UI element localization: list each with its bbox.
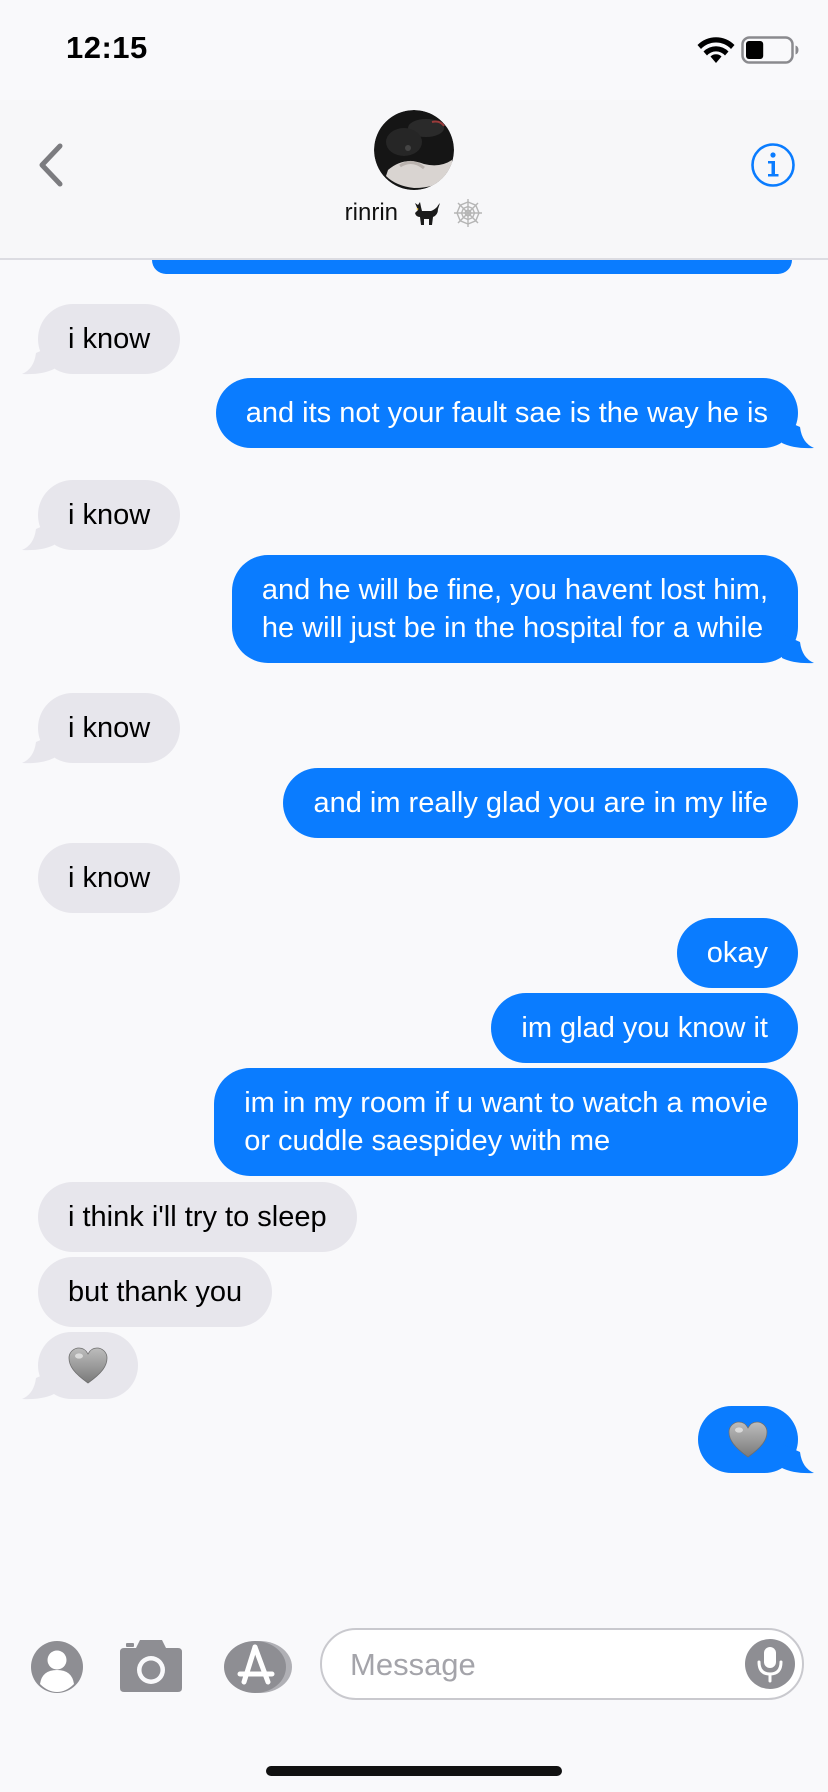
outgoing-message-bubble[interactable]: im glad you know it — [491, 993, 798, 1063]
outgoing-message-bubble[interactable]: im in my room if u want to watch a movie… — [214, 1068, 798, 1176]
incoming-message-bubble[interactable]: i know — [22, 693, 181, 764]
home-indicator[interactable] — [266, 1766, 562, 1776]
contact-avatar[interactable] — [374, 110, 454, 190]
message-text-line: im in my room if u want to watch a movie — [244, 1087, 768, 1119]
message-text-line: or cuddle saespidey with me — [244, 1125, 611, 1157]
compose-bar — [0, 1612, 828, 1712]
bubble-tail — [782, 1444, 814, 1474]
back-button[interactable] — [30, 138, 76, 192]
app-store-icon — [224, 1641, 292, 1693]
incoming-message-bubble[interactable]: i know — [22, 304, 181, 375]
outgoing-message-bubble[interactable]: and he will be fine, you havent lost him… — [231, 555, 814, 664]
grey-heart-emoji — [68, 1347, 108, 1384]
message-text: okay — [706, 937, 768, 969]
status-bar: 12:15 — [0, 0, 828, 100]
status-time: 12:15 — [66, 30, 148, 65]
incoming-message-bubble[interactable]: i know — [38, 843, 181, 913]
message-text: i know — [68, 862, 151, 894]
outgoing-message-bubble[interactable] — [698, 1406, 814, 1474]
app-store-button[interactable] — [222, 1638, 294, 1696]
message-text: i know — [68, 712, 151, 744]
chevron-left-icon — [39, 143, 63, 187]
info-circle-icon — [751, 143, 795, 187]
outgoing-message-bubble[interactable]: and im really glad you are in my life — [283, 768, 798, 838]
bubble-tail — [22, 345, 54, 375]
message-field[interactable] — [320, 1628, 804, 1700]
contacts-icon[interactable] — [30, 1640, 84, 1694]
bubble-tail — [782, 634, 814, 664]
message-text: im glad you know it — [521, 1012, 768, 1044]
camera-button[interactable] — [118, 1638, 184, 1694]
contact-name: rinrin — [344, 199, 398, 226]
incoming-message-bubble[interactable]: i know — [22, 480, 181, 551]
bubble-tail — [22, 734, 54, 764]
message-text: i know — [68, 323, 151, 355]
message-input[interactable] — [348, 1644, 732, 1686]
bubble-tail — [22, 521, 54, 551]
bubble-tail — [22, 1370, 54, 1400]
message-text-line: and he will be fine, you havent lost him… — [261, 574, 768, 606]
info-button[interactable] — [750, 142, 796, 188]
black-cat-emoji — [414, 202, 440, 225]
contact-name-line[interactable]: rinrin — [0, 198, 828, 228]
outgoing-message-bubble[interactable]: and its not your fault sae is the way he… — [215, 378, 814, 449]
message-text: and im really glad you are in my life — [313, 787, 768, 819]
message-thread[interactable]: i know and its not your fault sae is the … — [0, 260, 828, 1610]
spider-web-emoji — [454, 199, 483, 227]
outgoing-message-bubble[interactable]: okay — [676, 918, 798, 988]
partial-outgoing-bubble — [152, 260, 792, 274]
microphone-icon — [745, 1639, 795, 1689]
message-text: i know — [68, 499, 151, 531]
message-text: but thank you — [68, 1276, 243, 1308]
message-text: i think i'll try to sleep — [68, 1201, 327, 1233]
bubble-tail — [782, 419, 814, 449]
camera-icon — [120, 1640, 182, 1692]
message-text: and its not your fault sae is the way he… — [245, 397, 768, 429]
conversation-header: rinrin — [0, 100, 828, 260]
wifi-icon — [697, 37, 735, 63]
battery-icon — [741, 36, 799, 64]
microphone-button[interactable] — [744, 1638, 796, 1690]
grey-heart-emoji — [728, 1421, 768, 1458]
incoming-message-bubble[interactable] — [22, 1332, 138, 1400]
incoming-message-bubble[interactable]: i think i'll try to sleep — [38, 1182, 357, 1252]
message-text-line: he will just be in the hospital for a wh… — [261, 612, 764, 644]
incoming-message-bubble[interactable]: but thank you — [38, 1257, 273, 1327]
